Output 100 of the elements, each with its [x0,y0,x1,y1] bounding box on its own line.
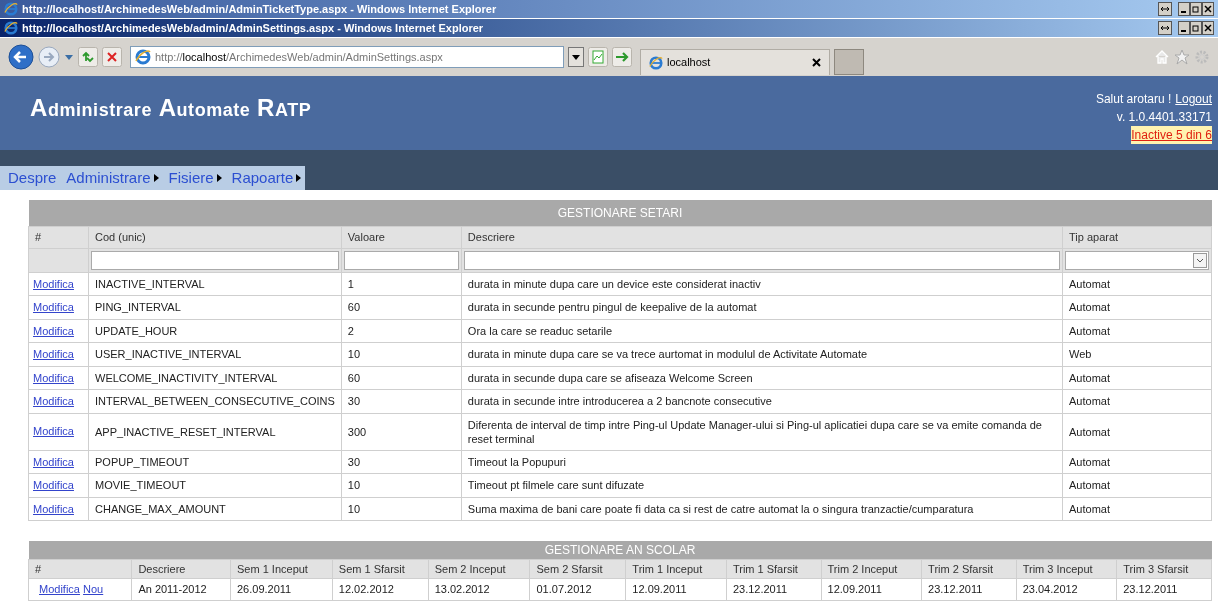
table-cell: 23.12.2011 [1116,578,1212,600]
filter-field[interactable] [91,250,339,270]
column-header: Descriere [131,559,231,579]
browser-logo-icon [4,2,18,16]
table-cell: Automat [1062,389,1212,413]
table-cell: USER_INACTIVE_INTERVAL [88,342,342,366]
table-cell: Automat [1062,366,1212,390]
table-cell: 10 [341,473,462,497]
menu-item[interactable]: Administrare [66,166,159,190]
star-icon[interactable] [1174,49,1190,65]
logout-link[interactable]: Logout [1175,90,1212,108]
table-cell: 23.04.2012 [1016,578,1117,600]
stop-icon[interactable] [102,47,122,67]
browser-logo-icon [649,55,663,70]
submenu-arrow-icon [216,174,222,182]
table-cell: 60 [341,295,462,319]
table-cell: 12.02.2012 [332,578,429,600]
table-cell: Automat [1062,295,1212,319]
table-cell: Timeout la Popupuri [461,450,1063,474]
column-header: Trim 1 Sfarsit [726,559,821,579]
column-header: Trim 3 Sfarsit [1116,559,1212,579]
table-cell: APP_INACTIVE_RESET_INTERVAL [88,413,342,450]
table-cell: 23.12.2011 [726,578,821,600]
column-header: Descriere [461,226,1063,248]
column-header: Trim 1 Inceput [625,559,727,579]
row-link[interactable]: Modifica [39,583,80,595]
table-cell: 23.12.2011 [921,578,1017,600]
table-cell: 30 [341,389,462,413]
table-cell: 13.02.2012 [428,578,530,600]
column-header: Sem 2 Sfarsit [530,559,626,579]
column-header: Sem 1 Sfarsit [332,559,429,579]
table-cell: durata in minute dupa care se va trece aurtomat in modulul de Activitate Automate [461,342,1063,366]
window-title: http://localhost/ArchimedesWeb/admin/AdminSettings.aspx - Windows Internet Explorer [22,20,485,36]
greeting-text: Salut arotaru ! [1095,91,1172,108]
table-cell: WELCOME_INACTIVITY_INTERVAL [88,366,342,390]
browser-tab[interactable]: localhost [640,49,830,75]
window-controls-icon[interactable] [1158,21,1214,35]
column-header: Sem 2 Inceput [428,559,530,579]
table-cell: durata in minute dupa care un device este considerat inactiv [461,272,1063,296]
column-header: # [28,559,132,579]
table-cell: Automat [1062,319,1212,343]
table-cell: 10 [341,497,462,521]
table-cell: 30 [341,450,462,474]
table-cell: Diferenta de interval de timp intre Ping-ul Update Manager-ului si Ping-ul aplicatiei dupa care se va emite comanda de reset terminal [461,413,1063,450]
site-title: Administrare Automate RATP [30,93,312,123]
table-cell: MOVIE_TIMEOUT [88,473,342,497]
version-text: v. 1.0.4401.33171 [1116,109,1212,126]
table-title: GESTIONARE AN SCOLAR [28,541,1212,560]
table-cell: CHANGE_MAX_AMOUNT [88,497,342,521]
menu-item[interactable]: Despre [8,166,57,190]
browser-logo-icon [135,49,151,65]
caret-icon [1193,252,1207,268]
table-cell: 10 [341,342,462,366]
table-cell: PING_INTERVAL [88,295,342,319]
table-cell: 01.07.2012 [530,578,626,600]
table-cell: durata in secunde dupa care se afiseaza Welcome Screen [461,366,1063,390]
table-cell: 12.09.2011 [625,578,727,600]
window-title: http://localhost/ArchimedesWeb/admin/AdminTicketType.aspx - Windows Internet Explorer [22,1,498,17]
table-cell: Suma maxima de bani care poate fi data ca si rest de catre automat la o singura tranzactie/cumparatura [461,497,1063,521]
address-text: http://localhost/ArchimedesWeb/admin/AdminSettings.aspx [155,49,443,65]
table-cell: UPDATE_HOUR [88,319,342,343]
filter-field[interactable] [343,250,459,270]
submenu-arrow-icon [296,174,302,182]
close-icon[interactable] [812,58,821,67]
table-cell: INACTIVE_INTERVAL [88,272,342,296]
column-header: Trim 2 Inceput [821,559,922,579]
home-icon[interactable] [1154,49,1170,65]
table-cell: Automat [1062,272,1212,296]
new-tab-button[interactable] [834,49,864,75]
column-header: Trim 3 Inceput [1016,559,1117,579]
menu-item[interactable]: Fisiere [168,166,222,190]
table-cell: durata in secunde intre introducerea a 2 bancnote consecutive [461,389,1063,413]
column-header: # [28,226,89,248]
table-cell: 26.09.2011 [230,578,333,600]
browser-logo-icon [4,21,18,35]
column-header: Cod (unic) [88,226,342,248]
table-cell: 2 [341,319,462,343]
table-cell: Automat [1062,413,1212,450]
table-cell: POPUP_TIMEOUT [88,450,342,474]
column-header: Valoare [341,226,462,248]
forward-icon[interactable] [38,46,60,68]
filter-field[interactable] [463,250,1060,270]
row-link[interactable]: Nou [83,583,104,595]
table-cell: 12.09.2011 [821,578,922,600]
window-controls-icon[interactable] [1158,2,1214,16]
refresh-icon[interactable] [78,47,98,67]
back-icon[interactable] [8,44,34,70]
table-cell: 300 [341,413,462,450]
table-cell: Automat [1062,497,1212,521]
table-cell: Automat [1062,473,1212,497]
table-cell: Automat [1062,450,1212,474]
address-field[interactable]: http://localhost/ArchimedesWeb/admin/AdminSettings.aspx [130,46,564,68]
column-header: Tip aparat [1062,226,1212,248]
filter-dropdown[interactable] [1065,250,1209,270]
table-cell: Timeout pt filmele care sunt difuzate [461,473,1063,497]
table-cell: 1 [341,272,462,296]
submenu-arrow-icon [153,174,159,182]
table-title: GESTIONARE SETARI [28,200,1212,226]
tab-title: localhost [667,55,712,71]
menu-item[interactable]: Rapoarte [231,166,302,190]
